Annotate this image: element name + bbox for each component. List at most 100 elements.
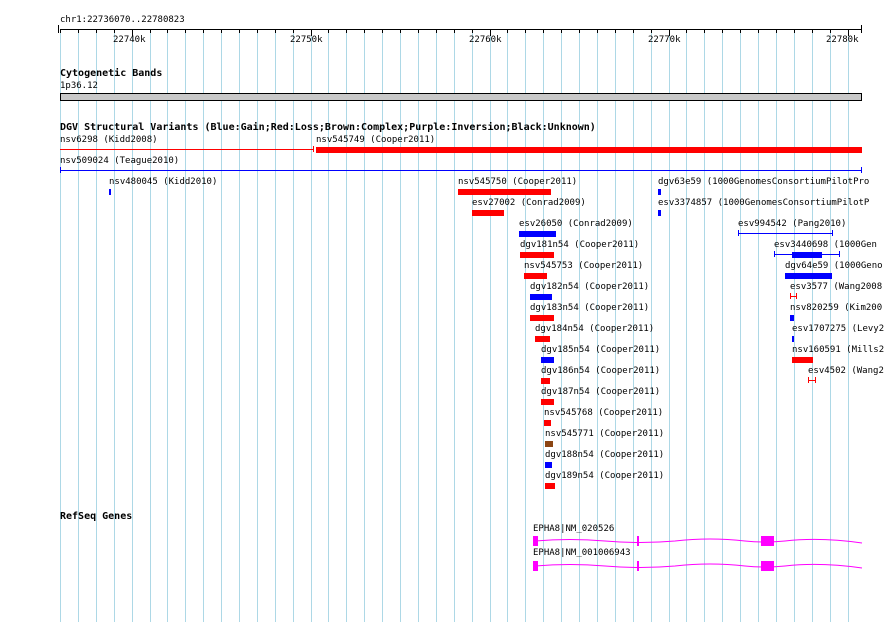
variant-label: esv3440698 (1000Gen [774,240,877,250]
variant-label: esv4502 (Wang2 [808,366,884,376]
variant-bar-loss[interactable] [458,189,551,195]
variant-bar-loss[interactable] [472,210,504,216]
variant-bar-loss[interactable] [541,399,554,405]
variant-bar-gain[interactable] [658,189,661,195]
variant-bar-gain[interactable] [792,336,794,342]
variant-bar-loss[interactable] [535,336,550,342]
variant-label: esv3374857 (1000GenomesConsortiumPilotP [658,198,870,208]
ruler-minor-tick [651,29,652,33]
ruler-tick-label: 22780k [826,35,859,45]
ruler-minor-tick [96,29,97,33]
ruler-minor-tick [382,29,383,33]
gene-model-epha8-nm001006943[interactable] [530,558,865,574]
ruler-minor-tick [185,29,186,33]
variant-tick [808,377,809,383]
variant-bar-loss[interactable] [541,378,550,384]
dgv-track-title: DGV Structural Variants (Blue:Gain;Red:L… [60,122,596,133]
variant-bar-loss[interactable] [544,420,551,426]
ruler-minor-tick [418,29,419,33]
variant-bar-loss[interactable] [792,357,813,363]
ruler-minor-tick [78,29,79,33]
variant-bar-loss[interactable] [530,315,554,321]
variant-label: nsv545768 (Cooper2011) [544,408,664,418]
variant-bar-gain[interactable] [792,252,822,258]
variant-bar-loss[interactable] [524,273,547,279]
variant-label: dgv184n54 (Cooper2011) [535,324,655,334]
cytoband-bar[interactable] [60,93,862,101]
ruler-minor-tick [293,29,294,33]
variant-tick [774,251,775,257]
ruler-axis[interactable] [60,29,862,30]
variant-label: dgv63e59 (1000GenomesConsortiumPilotPro [658,177,870,187]
ruler-minor-tick [328,29,329,33]
ruler-minor-tick [776,29,777,33]
ruler-minor-tick [257,29,258,33]
variant-tick [861,167,862,173]
variant-bar-gain[interactable] [785,273,832,279]
variant-label: dgv182n54 (Cooper2011) [530,282,650,292]
variant-label: esv1707275 (Levy2 [792,324,885,334]
ruler-minor-tick [275,29,276,33]
ruler-tick-label: 22740k [113,35,146,45]
ruler-right-arrow [861,25,862,33]
ruler-range-label: chr1:22736070..22780823 [60,15,185,25]
variant-label: esv26050 (Conrad2009) [519,219,633,229]
variant-line-gain[interactable] [60,170,862,171]
variant-bar-gain[interactable] [658,210,661,216]
variant-label: nsv545749 (Cooper2011) [316,135,436,145]
ruler-minor-tick [740,29,741,33]
variant-label: dgv185n54 (Cooper2011) [541,345,661,355]
variant-label: nsv545753 (Cooper2011) [524,261,644,271]
variant-bar-gain[interactable] [109,189,111,195]
variant-tick [60,167,61,173]
ruler-minor-tick [758,29,759,33]
variant-label: dgv64e59 (1000Geno [785,261,883,271]
ruler-minor-tick [561,29,562,33]
variant-tick [832,230,833,236]
ruler-minor-tick [722,29,723,33]
variant-bar-loss[interactable] [520,252,554,258]
ruler-minor-tick [239,29,240,33]
ruler-minor-tick [167,29,168,33]
ruler-minor-tick [525,29,526,33]
ruler-left-arrow [58,25,59,33]
ruler-minor-tick [454,29,455,33]
variant-bar-gain[interactable] [541,357,554,363]
variant-line-loss[interactable] [60,149,313,150]
ruler-minor-tick [364,29,365,33]
variant-label: esv3577 (Wang2008 [790,282,883,292]
ruler-minor-tick [794,29,795,33]
variant-label: nsv820259 (Kim200 [790,303,883,313]
ruler-minor-tick [686,29,687,33]
variant-label: dgv188n54 (Cooper2011) [545,450,665,460]
variant-tick [839,251,840,257]
variant-bar-gain[interactable] [545,462,552,468]
gene-model-epha8-nm020526[interactable] [530,533,865,549]
variant-tick [738,230,739,236]
ruler-minor-tick [60,29,61,33]
variant-label: dgv189n54 (Cooper2011) [545,471,665,481]
ruler-minor-tick [704,29,705,33]
variant-bar-complex[interactable] [545,441,553,447]
variant-label: dgv187n54 (Cooper2011) [541,387,661,397]
ruler-tick-label: 22750k [290,35,323,45]
variant-tick [815,377,816,383]
ruler-minor-tick [812,29,813,33]
variant-line-gain[interactable] [738,233,833,234]
variant-bar-loss[interactable] [316,147,862,153]
variant-bar-loss[interactable] [545,483,555,489]
ruler-minor-tick [597,29,598,33]
variant-bar-gain[interactable] [530,294,552,300]
ruler-minor-tick [472,29,473,33]
variant-label: dgv186n54 (Cooper2011) [541,366,661,376]
variant-label: nsv480045 (Kidd2010) [109,177,218,187]
ruler-minor-tick [579,29,580,33]
variant-bar-gain[interactable] [519,231,556,237]
variant-label: nsv545771 (Cooper2011) [545,429,665,439]
variant-label: dgv183n54 (Cooper2011) [530,303,650,313]
ruler-minor-tick [400,29,401,33]
variant-bar-gain[interactable] [790,315,794,321]
ruler-minor-tick [830,29,831,33]
variant-label: esv994542 (Pang2010) [738,219,847,229]
ruler-minor-tick [221,29,222,33]
